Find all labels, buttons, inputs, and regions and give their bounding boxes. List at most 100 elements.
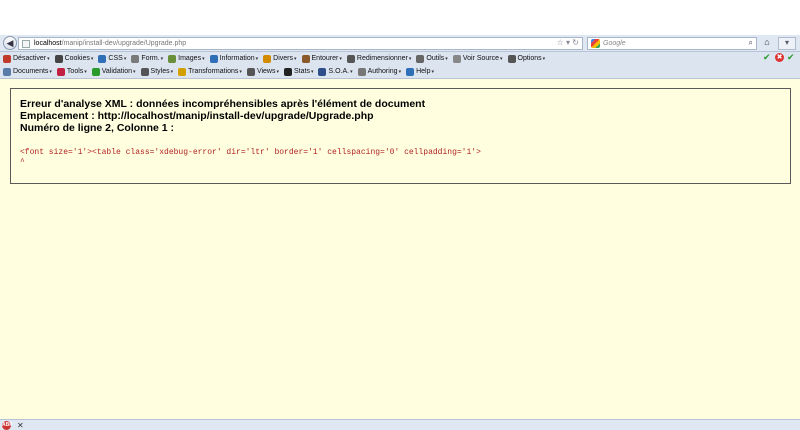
url-bar[interactable]: localhost/manip/install-dev/upgrade/Upgr… <box>18 37 583 50</box>
dropdown-arrow-icon: ▾ <box>408 55 412 62</box>
info-icon <box>209 54 218 63</box>
toolbar-item-label: Documents <box>13 68 49 75</box>
styles-icon <box>140 67 149 76</box>
toolbar-item-documents[interactable]: Documents ▾ <box>3 67 52 76</box>
google-icon <box>591 39 600 48</box>
toolbar-item-authoring[interactable]: Authoring ▾ <box>357 67 402 76</box>
page-favicon-icon <box>22 39 30 48</box>
page-content: Erreur d'analyse XML : données incompréh… <box>0 80 800 419</box>
adblock-icon[interactable]: ABP <box>2 420 13 430</box>
toolbar-item-label: Styles <box>150 68 170 75</box>
xml-parse-error-box: Erreur d'analyse XML : données incompréh… <box>10 88 791 184</box>
error-line-number: Numéro de ligne 2, Colonne 1 : <box>20 122 175 134</box>
toolbar-item-validation[interactable]: Validation ▾ <box>91 67 136 76</box>
image-icon <box>168 54 177 63</box>
toolbar-item-help[interactable]: Help ▾ <box>406 67 434 76</box>
dropdown-arrow-icon: ▾ <box>350 68 353 75</box>
views-icon <box>246 67 255 76</box>
toolbar-item-label: Help <box>416 68 431 75</box>
dropdown-arrow-icon: ▾ <box>255 55 259 62</box>
toolbar-item-divers[interactable]: Divers ▾ <box>263 54 297 63</box>
toolbar-item-label: Form. <box>141 55 160 62</box>
check-icon[interactable]: ✔ <box>787 53 796 62</box>
tools-icon <box>416 54 425 63</box>
dropdown-arrow-icon: ▾ <box>500 55 503 62</box>
toolbar-item-outils[interactable]: Outils ▾ <box>416 54 448 63</box>
back-arrow-icon[interactable]: ◀ <box>3 36 17 50</box>
home-icon[interactable]: ⌂ <box>760 37 774 50</box>
error-caret: ^ <box>20 158 25 167</box>
check-icon[interactable]: ✔ <box>763 53 772 62</box>
toolbar-item-label: Authoring <box>367 68 398 75</box>
soa-icon <box>318 67 327 76</box>
check-icon <box>91 67 100 76</box>
help-icon <box>406 67 415 76</box>
search-placeholder: Google <box>603 40 626 47</box>
error-message: Erreur d'analyse XML : données incompréh… <box>20 98 425 134</box>
toolbar-item-form[interactable]: Form. ▾ <box>131 54 164 63</box>
toolbar-item-label: CSS <box>108 55 123 62</box>
toolbar-item-cookies[interactable]: Cookies ▾ <box>54 54 94 63</box>
toolbar-item-label: Stats <box>294 68 310 75</box>
toolbar-item-label: Entourer <box>311 55 339 62</box>
toolbar-item-label: S.O.A. <box>328 68 350 75</box>
dropdown-arrow-icon: ▾ <box>160 55 164 62</box>
error-source-line: <font size='1'><table class='xdebug-erro… <box>20 148 481 157</box>
tools-icon <box>56 67 65 76</box>
toolbar-item-s-o-a[interactable]: S.O.A. ▾ <box>318 67 353 76</box>
error-icon[interactable]: ✖ <box>775 53 784 62</box>
toolbar-item-d-sactiver[interactable]: Désactiver ▾ <box>3 54 50 63</box>
dropdown-arrow-icon: ▾ <box>202 55 205 62</box>
toolbar-item-label: Outils <box>426 55 445 62</box>
toolbar-item-label: Information <box>219 55 255 62</box>
user-icon <box>54 54 63 63</box>
dropdown-arrow-icon: ▾ <box>49 68 52 75</box>
toolbar-item-css[interactable]: CSS ▾ <box>98 54 126 63</box>
toolbar-item-label: Désactiver <box>13 55 47 62</box>
close-icon[interactable]: ✕ <box>17 421 24 430</box>
toolbar-item-voir-source[interactable]: Voir Source ▾ <box>452 54 503 63</box>
authoring-icon <box>357 67 366 76</box>
url-path: /manip/install-dev/upgrade/Upgrade.php <box>61 40 187 47</box>
sigma-icon <box>284 67 292 76</box>
error-source: <font size='1'><table class='xdebug-erro… <box>20 148 481 168</box>
search-input[interactable]: Google ⌕ <box>587 37 757 50</box>
form-icon <box>131 54 140 63</box>
search-icon[interactable]: ⌕ <box>749 38 753 48</box>
dropdown-arrow-icon: ▾ <box>170 68 174 75</box>
navigation-bar: ◀ localhost/manip/install-dev/upgrade/Up… <box>0 35 800 52</box>
url-host: localhost <box>34 40 62 47</box>
misc-icon <box>263 54 272 63</box>
toolbar-item-transformations[interactable]: Transformations ▾ <box>178 67 242 76</box>
toolbar-item-stats[interactable]: Stats ▾ <box>284 67 313 76</box>
dropdown-arrow-icon: ▾ <box>90 55 94 62</box>
toolbar-item-label: Validation <box>101 68 133 75</box>
toolbar-item-information[interactable]: Information ▾ <box>209 54 259 63</box>
toolbar-item-styles[interactable]: Styles ▾ <box>140 67 174 76</box>
toolbar-item-entourer[interactable]: Entourer ▾ <box>301 54 342 63</box>
toolbar-item-label: Cookies <box>64 55 90 62</box>
toolbar-item-label: Voir Source <box>462 55 499 62</box>
dropdown-arrow-icon: ▾ <box>398 68 402 75</box>
dropdown-arrow-icon: ▾ <box>339 55 342 62</box>
toolbar-item-views[interactable]: Views ▾ <box>246 67 279 76</box>
toolbar-item-options[interactable]: Options ▾ <box>507 54 545 63</box>
toolbar-item-images[interactable]: Images ▾ <box>168 54 205 63</box>
transform-icon <box>178 67 187 76</box>
toolbar-item-tools[interactable]: Tools ▾ <box>56 67 87 76</box>
dropdown-arrow-icon: ▾ <box>276 68 279 75</box>
web-developer-toolbar: Désactiver ▾ Cookies ▾ CSS ▾ Form. ▾ Images ▾ Info… <box>0 52 800 65</box>
error-title: Erreur d'analyse XML : données incompréh… <box>20 98 426 110</box>
toolbar-item-label: Tools <box>66 68 84 75</box>
extensions-menu-button[interactable]: ▾ <box>778 37 796 50</box>
toolbar-item-redimensionner[interactable]: Redimensionner ▾ <box>346 54 412 63</box>
validation-status: ✔ ✖ ✔ <box>763 53 796 62</box>
toolbar-item-label: Redimensionner <box>356 55 408 62</box>
dropdown-arrow-icon: ▾ <box>239 68 242 75</box>
resize-icon <box>346 54 355 63</box>
bookmark-star-icon[interactable]: ☆ ▾ ↻ <box>557 38 579 47</box>
toolbar-item-label: Divers <box>273 55 293 62</box>
pencil-icon <box>98 54 107 63</box>
dropdown-arrow-icon: ▾ <box>84 68 87 75</box>
dropdown-arrow-icon: ▾ <box>294 55 297 62</box>
